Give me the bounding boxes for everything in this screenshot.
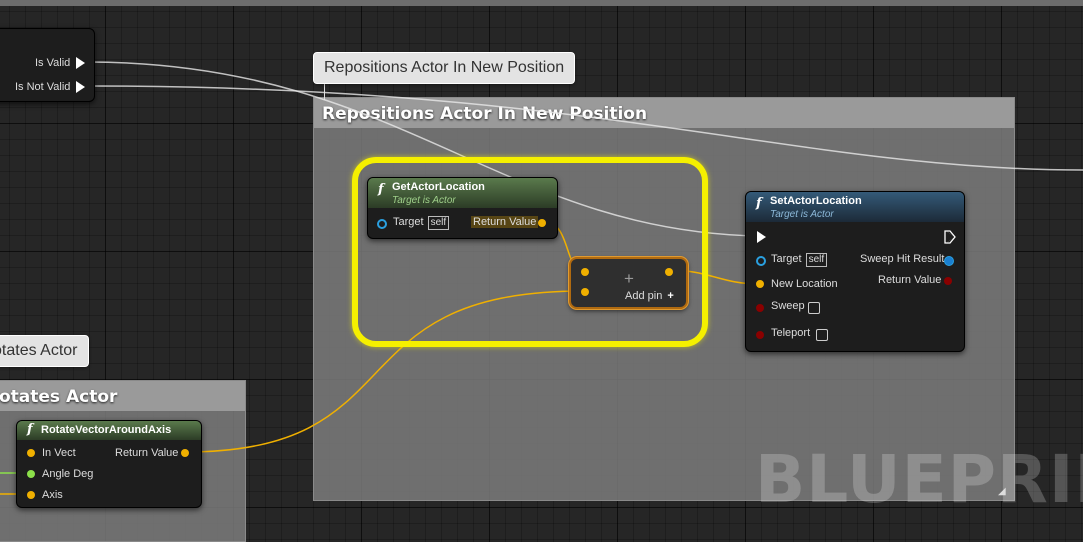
- axis-label: Axis: [42, 489, 63, 501]
- plus-icon: +: [667, 290, 674, 302]
- sweep-checkbox[interactable]: [808, 302, 820, 314]
- self-badge: self: [427, 216, 450, 230]
- return-value-label: Return Value: [115, 447, 179, 459]
- rotate-vector-node[interactable]: f RotateVectorAroundAxis In Vect Return …: [16, 420, 202, 508]
- function-icon: f: [378, 182, 384, 197]
- sweep-hit-result-pin[interactable]: [944, 256, 954, 266]
- is-not-valid-exec-pin[interactable]: [76, 81, 85, 93]
- sweep-label: Sweep: [771, 300, 805, 312]
- add-input-b-pin[interactable]: [581, 288, 589, 296]
- return-value-pin[interactable]: [944, 277, 952, 285]
- new-location-pin[interactable]: [756, 280, 764, 288]
- set-actor-location-header[interactable]: f SetActorLocation Target is Actor: [746, 192, 964, 222]
- vector-add-node[interactable]: + Add pin +: [569, 257, 688, 309]
- add-pin-label: Add pin: [625, 290, 663, 302]
- add-symbol: +: [624, 269, 634, 288]
- reposition-comment-header[interactable]: Repositions Actor In New Position: [314, 98, 1014, 128]
- blueprint-watermark: BLUEPRINT: [755, 441, 1083, 518]
- teleport-label: Teleport: [771, 327, 811, 339]
- is-not-valid-label: Is Not Valid: [15, 81, 71, 93]
- teleport-pin[interactable]: [756, 331, 764, 339]
- rotate-comment-bubble[interactable]: otates Actor: [0, 335, 89, 367]
- target-label: Target: [771, 253, 802, 265]
- is-valid-node[interactable]: Is Valid Is Not Valid: [0, 28, 95, 102]
- angle-deg-pin[interactable]: [27, 470, 35, 478]
- target-row: Target self: [771, 253, 828, 267]
- return-value-pin[interactable]: [181, 449, 189, 457]
- target-pin[interactable]: [756, 256, 766, 266]
- return-value-label: Return Value: [471, 216, 539, 228]
- graph-top-edge: [0, 0, 1083, 6]
- new-location-label: New Location: [771, 278, 838, 290]
- rotate-comment-header[interactable]: otates Actor: [0, 381, 245, 411]
- function-icon: f: [27, 422, 33, 437]
- node-title: RotateVectorAroundAxis: [41, 424, 172, 436]
- in-vect-label: In Vect: [42, 447, 76, 459]
- exec-out-outline: [944, 230, 956, 244]
- in-vect-pin[interactable]: [27, 449, 35, 457]
- target-row: Target self: [393, 216, 450, 230]
- rotate-vector-header[interactable]: f RotateVectorAroundAxis: [17, 421, 201, 440]
- teleport-checkbox[interactable]: [816, 329, 828, 341]
- node-subtitle: Target is Actor: [392, 195, 456, 206]
- sweep-hit-result-label: Sweep Hit Result: [860, 253, 945, 265]
- node-title: SetActorLocation: [770, 195, 862, 207]
- comment-resize-grip[interactable]: ◢: [998, 486, 1010, 497]
- function-icon: f: [756, 196, 762, 211]
- return-value-pin[interactable]: [538, 219, 546, 227]
- add-pin-button[interactable]: Add pin +: [625, 290, 674, 302]
- return-value-label: Return Value: [878, 274, 942, 286]
- axis-pin[interactable]: [27, 491, 35, 499]
- add-output-pin[interactable]: [665, 268, 673, 276]
- is-valid-exec-pin[interactable]: [76, 57, 85, 69]
- reposition-bubble-tail: [324, 84, 325, 100]
- reposition-comment-bubble[interactable]: Repositions Actor In New Position: [313, 52, 576, 84]
- is-valid-label: Is Valid: [35, 57, 71, 69]
- node-title: GetActorLocation: [392, 181, 485, 193]
- rotate-comment-title: otates Actor: [0, 387, 118, 407]
- target-label: Target: [393, 216, 424, 228]
- set-actor-location-node[interactable]: f SetActorLocation Target is Actor Targe…: [745, 191, 965, 352]
- reposition-comment-title: Repositions Actor In New Position: [322, 104, 648, 124]
- angle-deg-label: Angle Deg: [42, 468, 94, 480]
- node-subtitle: Target is Actor: [770, 209, 834, 220]
- get-actor-location-node[interactable]: f GetActorLocation Target is Actor Targe…: [367, 177, 558, 239]
- self-badge: self: [805, 253, 828, 267]
- add-input-a-pin[interactable]: [581, 268, 589, 276]
- get-actor-location-header[interactable]: f GetActorLocation Target is Actor: [368, 178, 557, 208]
- exec-in-pin[interactable]: [757, 231, 766, 243]
- sweep-pin[interactable]: [756, 304, 764, 312]
- target-pin[interactable]: [377, 219, 387, 229]
